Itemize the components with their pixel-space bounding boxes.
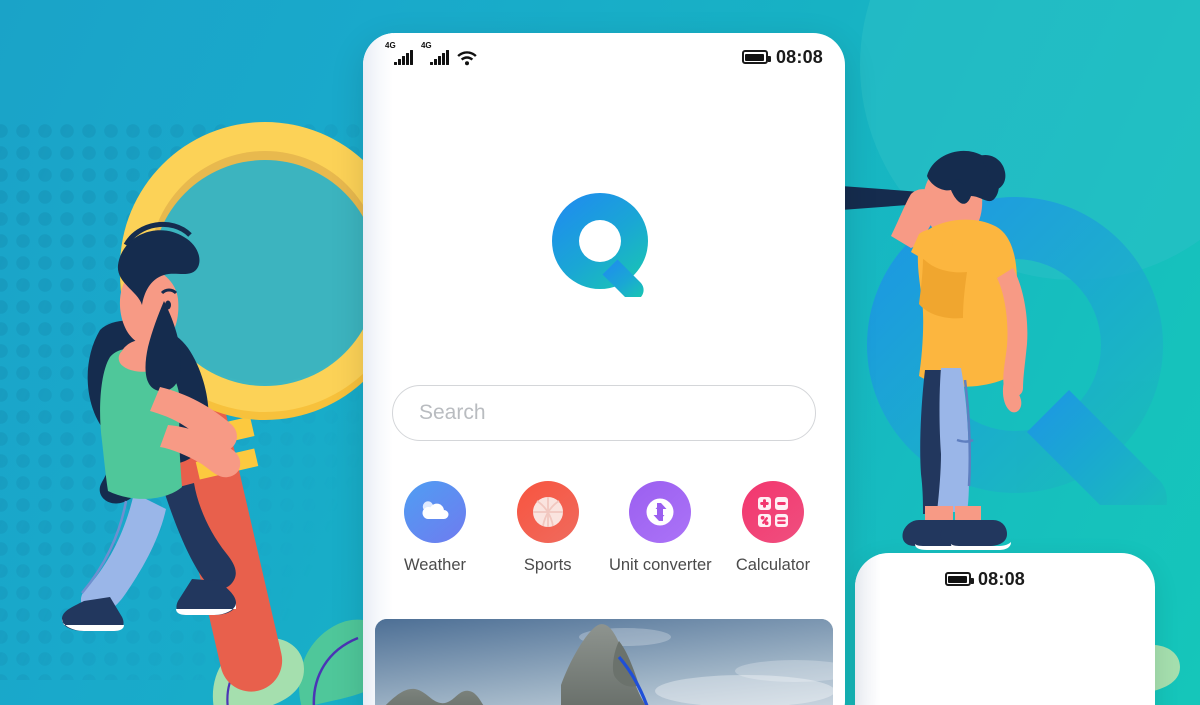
shortcut-label: Calculator (735, 556, 811, 574)
unit-converter-icon-circle[interactable] (629, 481, 692, 543)
sports-icon-circle[interactable] (516, 481, 579, 543)
featured-photo-card[interactable] (375, 619, 833, 705)
qwant-logo (552, 193, 648, 297)
wifi-icon (457, 50, 477, 65)
phone-edge-sheen (363, 33, 393, 705)
secondary-status-bar: 08:08 (855, 563, 1155, 595)
shortcut-weather[interactable]: Weather (383, 481, 487, 575)
weather-icon-circle[interactable] (404, 481, 466, 543)
signal-icon-sim2: 4G (421, 41, 449, 65)
status-bar-right: 08:08 (741, 46, 823, 68)
swap-arrows-icon (646, 498, 674, 526)
search-bar[interactable] (392, 385, 816, 441)
cloud-icon (422, 501, 449, 519)
screenshot-root: 08:08 4G 4G 08:08 Search Weather Sports … (0, 0, 1200, 705)
main-phone: 4G 4G 08:08 Search Weather Sports Unit c… (363, 33, 845, 705)
search-input[interactable] (393, 401, 815, 425)
status-bar: 4G 4G 08:08 (363, 33, 845, 81)
karst-mountain-photo (375, 619, 833, 705)
shortcut-row: Weather Sports Unit converter Calculator (383, 481, 825, 575)
shortcut-label: Sports (523, 556, 572, 574)
network-type-label-1: 4G (385, 40, 396, 50)
shortcut-unit-converter[interactable]: Unit converter (608, 481, 712, 575)
network-type-label-2: 4G (420, 40, 432, 50)
calculator-icon (757, 497, 788, 527)
status-time: 08:08 (977, 568, 1025, 589)
signal-icon-sim1: 4G (385, 41, 413, 65)
man-with-telescope (833, 150, 1028, 550)
calculator-icon-circle[interactable] (741, 481, 804, 543)
shortcut-calculator[interactable]: Calculator (721, 481, 825, 575)
status-time: 08:08 (775, 46, 823, 67)
shortcut-label: Unit converter (608, 556, 712, 574)
status-bar-left: 4G 4G (385, 41, 477, 65)
app-logo-container (363, 193, 845, 297)
basketball-icon (532, 497, 563, 527)
shortcut-label: Weather (403, 556, 467, 574)
shortcut-sports[interactable]: Sports (496, 481, 600, 575)
battery-icon (741, 50, 771, 64)
secondary-phone: 08:08 (855, 553, 1155, 705)
battery-icon (944, 572, 974, 586)
